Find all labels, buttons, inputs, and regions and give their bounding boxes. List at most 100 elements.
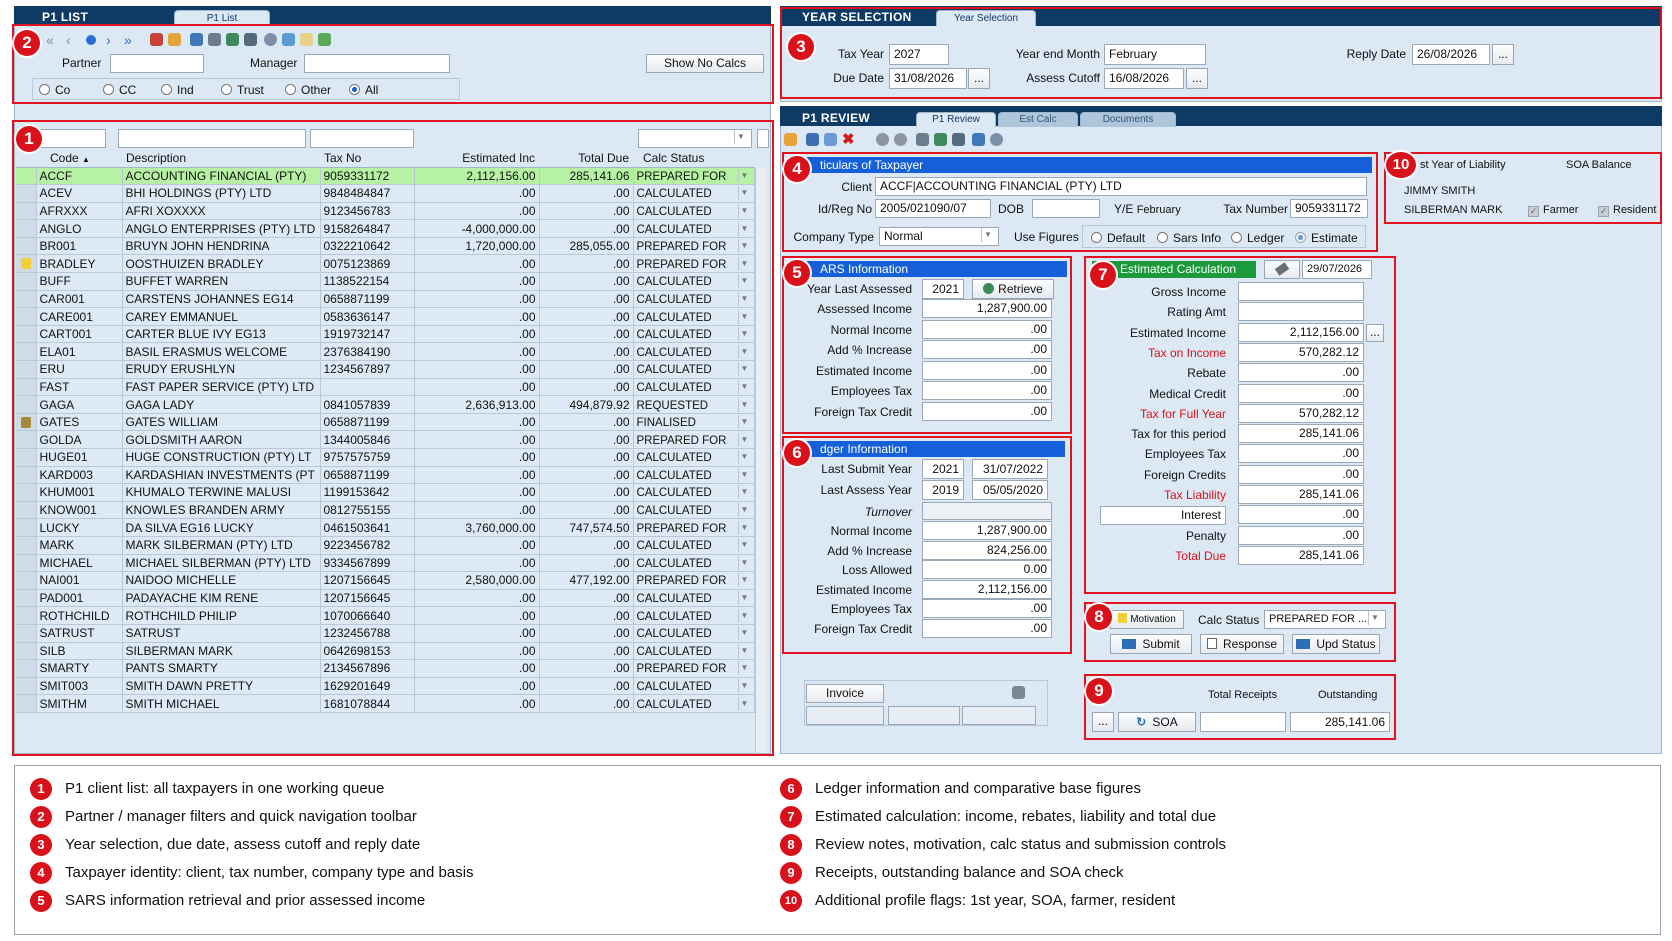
forward-icon[interactable] xyxy=(894,133,907,146)
chevron-down-icon[interactable]: ▼ xyxy=(737,344,751,359)
binoculars-icon[interactable] xyxy=(972,133,985,146)
chevron-down-icon[interactable]: ▼ xyxy=(737,432,751,447)
print-review-icon[interactable] xyxy=(916,133,929,146)
chevron-down-icon[interactable]: ▼ xyxy=(737,573,751,588)
last-record-icon[interactable]: » xyxy=(124,32,132,48)
col-description[interactable]: Description xyxy=(122,149,320,168)
description-search-input[interactable] xyxy=(118,129,306,148)
estimate-row-value[interactable]: .00 xyxy=(1238,464,1364,484)
estimate-row-value[interactable] xyxy=(1238,282,1364,301)
calculator-icon[interactable] xyxy=(934,133,947,146)
save-icon[interactable] xyxy=(806,133,819,146)
grid-extra-input[interactable] xyxy=(757,129,769,148)
filter-ind[interactable]: Ind xyxy=(161,83,194,97)
filter-other[interactable]: Other xyxy=(285,83,331,97)
chevron-down-icon[interactable]: ▼ xyxy=(737,467,751,482)
tab-est-calc[interactable]: Est Calc xyxy=(998,112,1078,127)
calc-icon[interactable] xyxy=(244,33,257,46)
ledger-row-value[interactable]: .00 xyxy=(922,599,1052,619)
col-estimated-inc[interactable]: Estimated Inc xyxy=(414,149,539,168)
money-icon[interactable] xyxy=(318,33,331,46)
use-default[interactable]: Default xyxy=(1091,231,1145,245)
invoice-field-3[interactable] xyxy=(962,706,1036,725)
chevron-down-icon[interactable]: ▼ xyxy=(737,679,751,694)
table-row[interactable]: CAR001 CARSTENS JOHANNES EG14 0658871199.0… xyxy=(16,290,755,309)
use-sars-info[interactable]: Sars Info xyxy=(1157,231,1221,245)
chevron-down-icon[interactable]: ▼ xyxy=(737,274,751,289)
last-submit-date-input[interactable]: 31/07/2022 xyxy=(972,459,1048,479)
estimated-income-more-button[interactable]: ... xyxy=(1366,324,1384,342)
tab-year-selection[interactable]: Year Selection xyxy=(936,10,1036,26)
chevron-down-icon[interactable]: ▼ xyxy=(737,608,751,623)
table-row[interactable]: BRADLEY OOSTHUIZEN BRADLEY 0075123869.00.0… xyxy=(16,254,755,274)
chevron-down-icon[interactable]: ▼ xyxy=(737,626,751,641)
col-tax-no[interactable]: Tax No xyxy=(320,149,414,168)
chevron-down-icon[interactable]: ▼ xyxy=(737,555,751,570)
estimate-row-value[interactable]: .00 xyxy=(1238,363,1364,383)
chevron-down-icon[interactable]: ▼ xyxy=(737,203,751,218)
estimate-row-value[interactable]: 285,141.06 xyxy=(1238,424,1364,444)
refresh-icon[interactable] xyxy=(86,35,96,45)
use-ledger[interactable]: Ledger xyxy=(1231,231,1284,245)
motivation-button[interactable]: Motivation xyxy=(1110,610,1184,629)
estimate-row-value[interactable]: .00 xyxy=(1238,444,1364,464)
radio-all[interactable] xyxy=(349,84,360,95)
chevron-down-icon[interactable]: ▼ xyxy=(737,520,751,535)
use-estimate[interactable]: Estimate xyxy=(1295,231,1358,245)
filter-co[interactable]: Co xyxy=(39,83,70,97)
estimate-row-value[interactable] xyxy=(1238,302,1364,322)
tab-p1-review[interactable]: P1 Review xyxy=(916,112,996,127)
chevron-down-icon[interactable]: ▼ xyxy=(737,309,751,324)
table-row[interactable]: HUGE01 HUGE CONSTRUCTION (PTY) LT 97575757… xyxy=(16,448,755,467)
col-code[interactable]: Code ▲ xyxy=(36,149,122,168)
estimate-row-value[interactable]: 285,141.06 xyxy=(1238,545,1364,565)
document-icon[interactable] xyxy=(300,33,313,46)
show-no-calcs-button[interactable]: Show No Calcs xyxy=(646,54,764,73)
radio-trust[interactable] xyxy=(221,84,232,95)
calendar-icon[interactable] xyxy=(952,133,965,146)
table-row[interactable]: SMITHM SMITH MICHAEL 1681078844.00.00 ▼ CALC… xyxy=(16,694,755,713)
outstanding-input[interactable]: 285,141.06 xyxy=(1290,712,1390,732)
table-row[interactable]: AFRXXX AFRI XOXXXX 9123456783.00.00 ▼ CALCUL… xyxy=(16,202,755,221)
sars-row-value[interactable]: .00 xyxy=(922,319,1052,339)
table-row[interactable]: SMARTY PANTS SMARTY 2134567896.00.00 ▼ PREPA… xyxy=(16,659,755,678)
estimate-row-value[interactable]: .00 xyxy=(1238,525,1364,545)
first-record-icon[interactable]: « xyxy=(46,32,54,48)
prev-record-icon[interactable]: ‹ xyxy=(66,32,71,48)
sars-row-value[interactable]: 1,287,900.00 xyxy=(922,299,1052,318)
receipts-more-button[interactable]: ... xyxy=(1092,712,1114,732)
chevron-down-icon[interactable]: ▼ xyxy=(737,415,751,430)
chevron-down-icon[interactable]: ▼ xyxy=(737,362,751,377)
tax-year-input[interactable]: 2027 xyxy=(889,44,949,65)
chevron-down-icon[interactable]: ▼ xyxy=(737,168,751,183)
export-icon[interactable] xyxy=(226,33,239,46)
table-row[interactable]: ACCF ACCOUNTING FINANCIAL (PTY) 9059331172… xyxy=(16,167,755,186)
report-icon[interactable] xyxy=(282,33,295,46)
filter-icon[interactable] xyxy=(190,33,203,46)
client-input[interactable]: ACCF|ACCOUNTING FINANCIAL (PTY) LTD xyxy=(875,177,1367,196)
chevron-down-icon[interactable]: ▼ xyxy=(737,643,751,658)
company-type-select[interactable]: Normal ▼ xyxy=(879,227,999,246)
resident-checkbox[interactable]: ✓ Resident xyxy=(1598,204,1656,217)
last-submit-year-input[interactable]: 2021 xyxy=(922,459,964,479)
due-date-input[interactable]: 31/08/2026 xyxy=(889,68,967,89)
table-row[interactable]: GOLDA GOLDSMITH AARON 1344005846.00.00 ▼ PRE… xyxy=(16,430,755,449)
table-row[interactable]: CART001 CARTER BLUE IVY EG13 1919732147.00… xyxy=(16,325,755,344)
sars-row-value[interactable]: .00 xyxy=(922,340,1052,359)
tab-p1-list[interactable]: P1 List xyxy=(174,10,270,26)
delete-icon[interactable]: ✖ xyxy=(842,130,855,148)
table-row[interactable]: SATRUST SATRUST 1232456788.00.00 ▼ CALCULATE… xyxy=(16,624,755,643)
code-search-input[interactable] xyxy=(40,129,106,148)
partner-input[interactable] xyxy=(110,54,204,73)
printer-icon[interactable] xyxy=(1012,686,1025,699)
chevron-down-icon[interactable]: ▼ xyxy=(737,397,751,412)
manager-input[interactable] xyxy=(304,54,450,73)
eraser-button[interactable] xyxy=(1264,260,1300,279)
sars-row-value[interactable]: .00 xyxy=(922,381,1052,400)
chevron-down-icon[interactable]: ▼ xyxy=(737,256,751,271)
table-row[interactable]: ACEV BHI HOLDINGS (PTY) LTD 9848484847.00.… xyxy=(16,184,755,203)
table-row[interactable]: KARD003 KARDASHIAN INVESTMENTS (PT 0658871… xyxy=(16,466,755,485)
assess-cutoff-input[interactable]: 16/08/2026 xyxy=(1104,68,1184,89)
taxno-search-input[interactable] xyxy=(310,129,414,148)
ledger-row-value[interactable]: .00 xyxy=(922,619,1052,638)
